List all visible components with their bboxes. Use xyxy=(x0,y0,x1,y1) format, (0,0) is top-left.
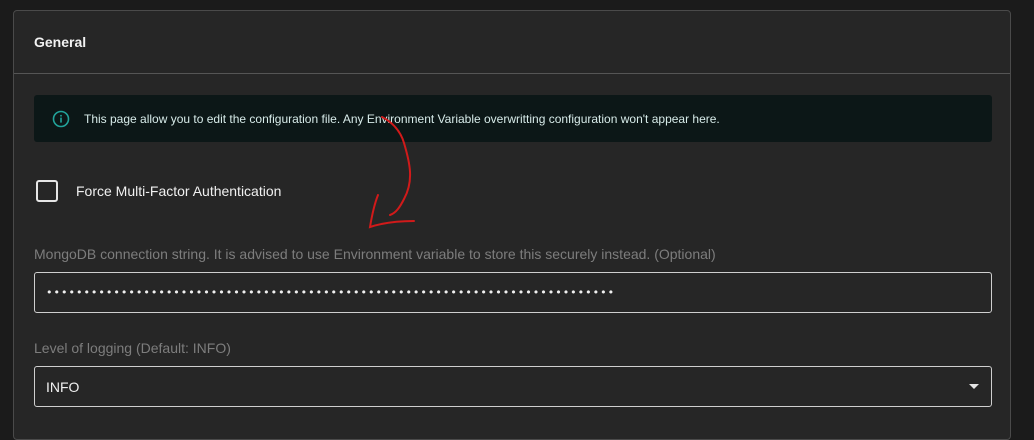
card-header: General xyxy=(14,11,1010,74)
mfa-row: Force Multi-Factor Authentication xyxy=(36,180,281,202)
logging-level-select[interactable]: INFO xyxy=(34,366,992,407)
mongo-connection-label: MongoDB connection string. It is advised… xyxy=(34,246,716,262)
info-alert: This page allow you to edit the configur… xyxy=(34,95,992,142)
logging-level-value: INFO xyxy=(46,378,80,395)
general-settings-card: General This page allow you to edit the … xyxy=(13,10,1011,440)
info-circle-icon xyxy=(52,110,70,128)
mfa-checkbox[interactable] xyxy=(36,180,58,202)
alert-text: This page allow you to edit the configur… xyxy=(84,111,720,126)
logging-level-label: Level of logging (Default: INFO) xyxy=(34,340,231,356)
chevron-down-icon xyxy=(969,384,979,389)
card-title: General xyxy=(34,34,87,50)
mfa-label[interactable]: Force Multi-Factor Authentication xyxy=(76,183,281,199)
mongo-connection-input[interactable] xyxy=(34,272,992,313)
